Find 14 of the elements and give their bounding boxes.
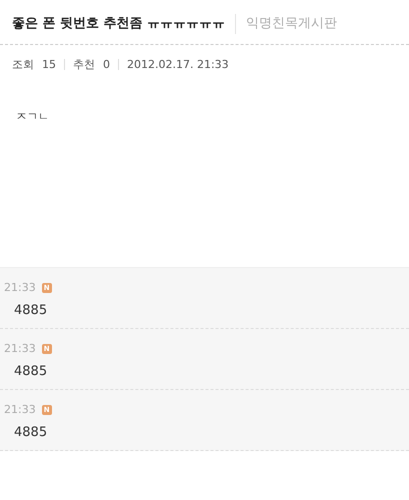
comment-text: 4885 [13,424,48,442]
views-label: 조회 [12,56,34,72]
recommend-count: 0 [103,56,110,72]
comment-time: 21:33 [4,402,36,418]
comment-text: 4885 [13,302,48,320]
comment-text: 4885 [13,362,48,380]
post-title: 좋은 폰 뒷번호 추천좀 ㅠㅠㅠㅠㅠㅠ [12,15,226,33]
comment-time: 21:33 [4,280,36,296]
recommend-label: 추천 [73,56,95,72]
view-count: 15 [42,56,56,72]
post-body: ㅈㄱㄴ [16,110,49,123]
comment-time: 21:33 [4,341,36,357]
post-date: 2012.02.17. 21:33 [127,56,229,72]
board-link[interactable]: 익명친목게시판 [235,14,338,34]
